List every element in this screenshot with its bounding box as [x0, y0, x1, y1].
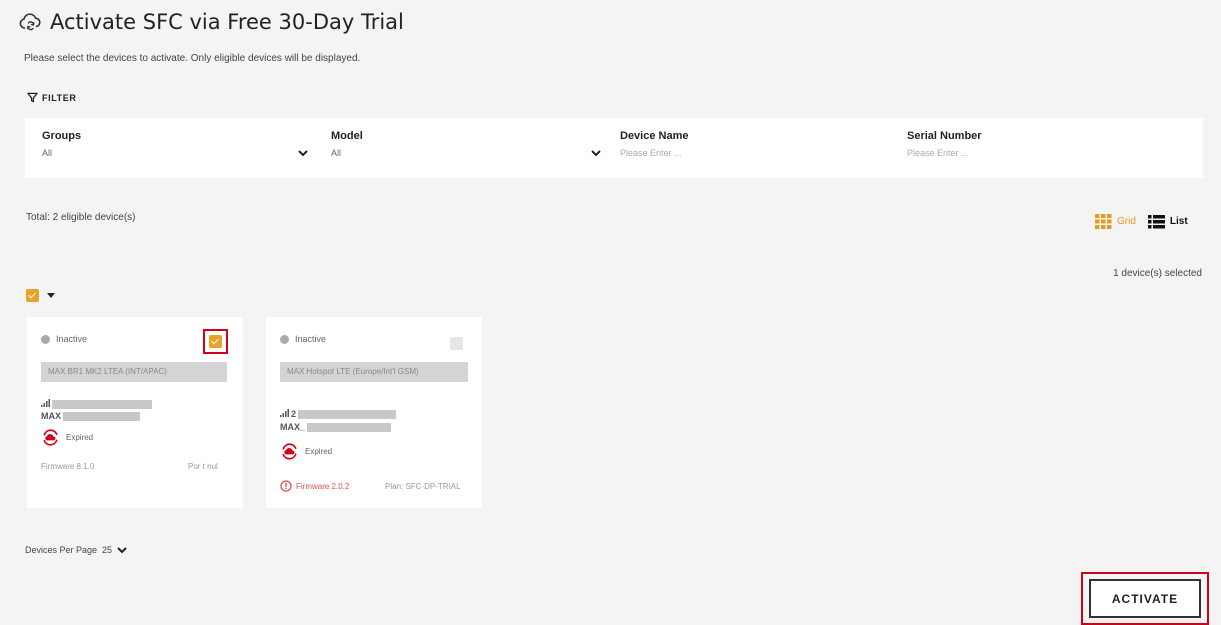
view-toggle: Grid List — [1095, 214, 1188, 229]
device-status-label: Inactive — [56, 334, 88, 344]
device-card[interactable]: Inactive MAX BR1 MK2 LTEA (INT/APAC) MAX… — [27, 317, 243, 508]
page-title: Activate SFC via Free 30-Day Trial — [50, 10, 404, 34]
redacted-device-name — [307, 422, 392, 432]
device-status-label: Inactive — [295, 334, 327, 344]
signal-icon — [280, 409, 289, 419]
filter-panel: Groups All Model All Device Name Please … — [25, 118, 1203, 178]
warning-circle-icon — [280, 480, 292, 492]
activate-highlight: ACTIVATE — [1081, 572, 1209, 625]
redacted-serial — [298, 409, 397, 419]
cloud-refresh-icon — [19, 13, 41, 31]
per-page-chevron-down-icon[interactable] — [117, 546, 127, 554]
serial-number-input[interactable]: Please Enter ... — [907, 148, 1167, 158]
device-name-row: MAX_ — [280, 422, 392, 432]
device-checkbox[interactable] — [209, 335, 222, 348]
firmware-label: Firmware 2.0.2 — [296, 481, 350, 491]
license-status: Expired — [41, 428, 93, 447]
serial-number-field[interactable]: Serial Number Please Enter ... — [907, 130, 1167, 158]
model-select[interactable]: Model All — [331, 130, 596, 158]
firmware-info: Firmware 2.0.2 — [280, 480, 349, 492]
device-checkbox[interactable] — [450, 337, 463, 350]
per-page-value: 25 — [102, 545, 113, 555]
model-value: All — [331, 148, 342, 158]
device-model: MAX BR1 MK2 LTEA (INT/APAC) — [41, 362, 227, 382]
device-name-prefix: MAX — [41, 411, 61, 421]
grid-view-label: Grid — [1117, 216, 1136, 227]
selected-count: 1 device(s) selected — [1113, 268, 1202, 279]
device-select-highlight — [203, 329, 228, 354]
redacted-device-name — [63, 411, 140, 421]
serial-number-label: Serial Number — [907, 130, 982, 142]
device-plan-info: Plan: SFC-DP-TRIAL — [385, 482, 461, 491]
device-model: MAX Hotspot LTE (Europe/Int'l GSM) — [280, 362, 468, 382]
list-view-button[interactable]: List — [1147, 214, 1188, 229]
model-chevron-down-icon[interactable] — [591, 149, 601, 157]
redacted-serial — [52, 399, 152, 409]
grid-view-button[interactable]: Grid — [1095, 214, 1136, 229]
filter-heading: FILTER — [42, 92, 77, 103]
per-page-label: Devices Per Page — [25, 545, 98, 555]
device-name-prefix: MAX_ — [280, 422, 306, 432]
select-all-caret-icon[interactable] — [47, 293, 55, 298]
license-status: Expired — [280, 442, 332, 461]
expired-cloud-icon — [43, 429, 58, 446]
device-serial-prefix: 2 — [291, 409, 297, 419]
groups-value: All — [42, 148, 53, 158]
license-status-label: Expired — [66, 433, 94, 442]
activate-button[interactable]: ACTIVATE — [1089, 579, 1201, 618]
total-count: Total: 2 eligible device(s) — [26, 212, 136, 223]
select-all-control — [26, 289, 55, 302]
status-dot-icon — [41, 334, 50, 344]
device-name-input[interactable]: Please Enter ... — [620, 148, 880, 158]
page-subtitle: Please select the devices to activate. O… — [24, 53, 361, 64]
device-serial-row: 2 — [280, 409, 397, 419]
license-status-label: Expired — [305, 447, 333, 456]
list-icon — [1147, 214, 1165, 228]
device-select-wrap — [444, 331, 469, 356]
page: Activate SFC via Free 30-Day Trial Pleas… — [0, 0, 1221, 625]
firmware-info: Firmware 8.1.0 — [41, 462, 95, 471]
per-page-control[interactable]: Devices Per Page 25 — [25, 545, 127, 555]
signal-icon — [41, 399, 50, 409]
groups-chevron-down-icon[interactable] — [298, 149, 308, 157]
device-serial-row — [41, 399, 152, 409]
funnel-icon — [27, 92, 38, 103]
device-name-row: MAX — [41, 411, 140, 421]
grid-icon — [1095, 214, 1112, 229]
expired-cloud-icon — [282, 443, 297, 460]
select-all-checkbox[interactable] — [26, 289, 39, 302]
device-status: Inactive — [41, 334, 87, 344]
device-extra-info: Por t nul — [188, 462, 218, 471]
device-status: Inactive — [280, 334, 326, 344]
device-name-label: Device Name — [620, 130, 689, 142]
groups-label: Groups — [42, 130, 82, 142]
groups-select[interactable]: Groups All — [42, 130, 307, 158]
filter-toggle[interactable]: FILTER — [27, 92, 76, 103]
status-dot-icon — [280, 334, 289, 344]
device-name-field[interactable]: Device Name Please Enter ... — [620, 130, 880, 158]
device-card[interactable]: Inactive MAX Hotspot LTE (Europe/Int'l G… — [266, 317, 482, 508]
list-view-label: List — [1169, 216, 1188, 227]
title-row: Activate SFC via Free 30-Day Trial — [18, 10, 404, 34]
model-label: Model — [331, 130, 363, 142]
